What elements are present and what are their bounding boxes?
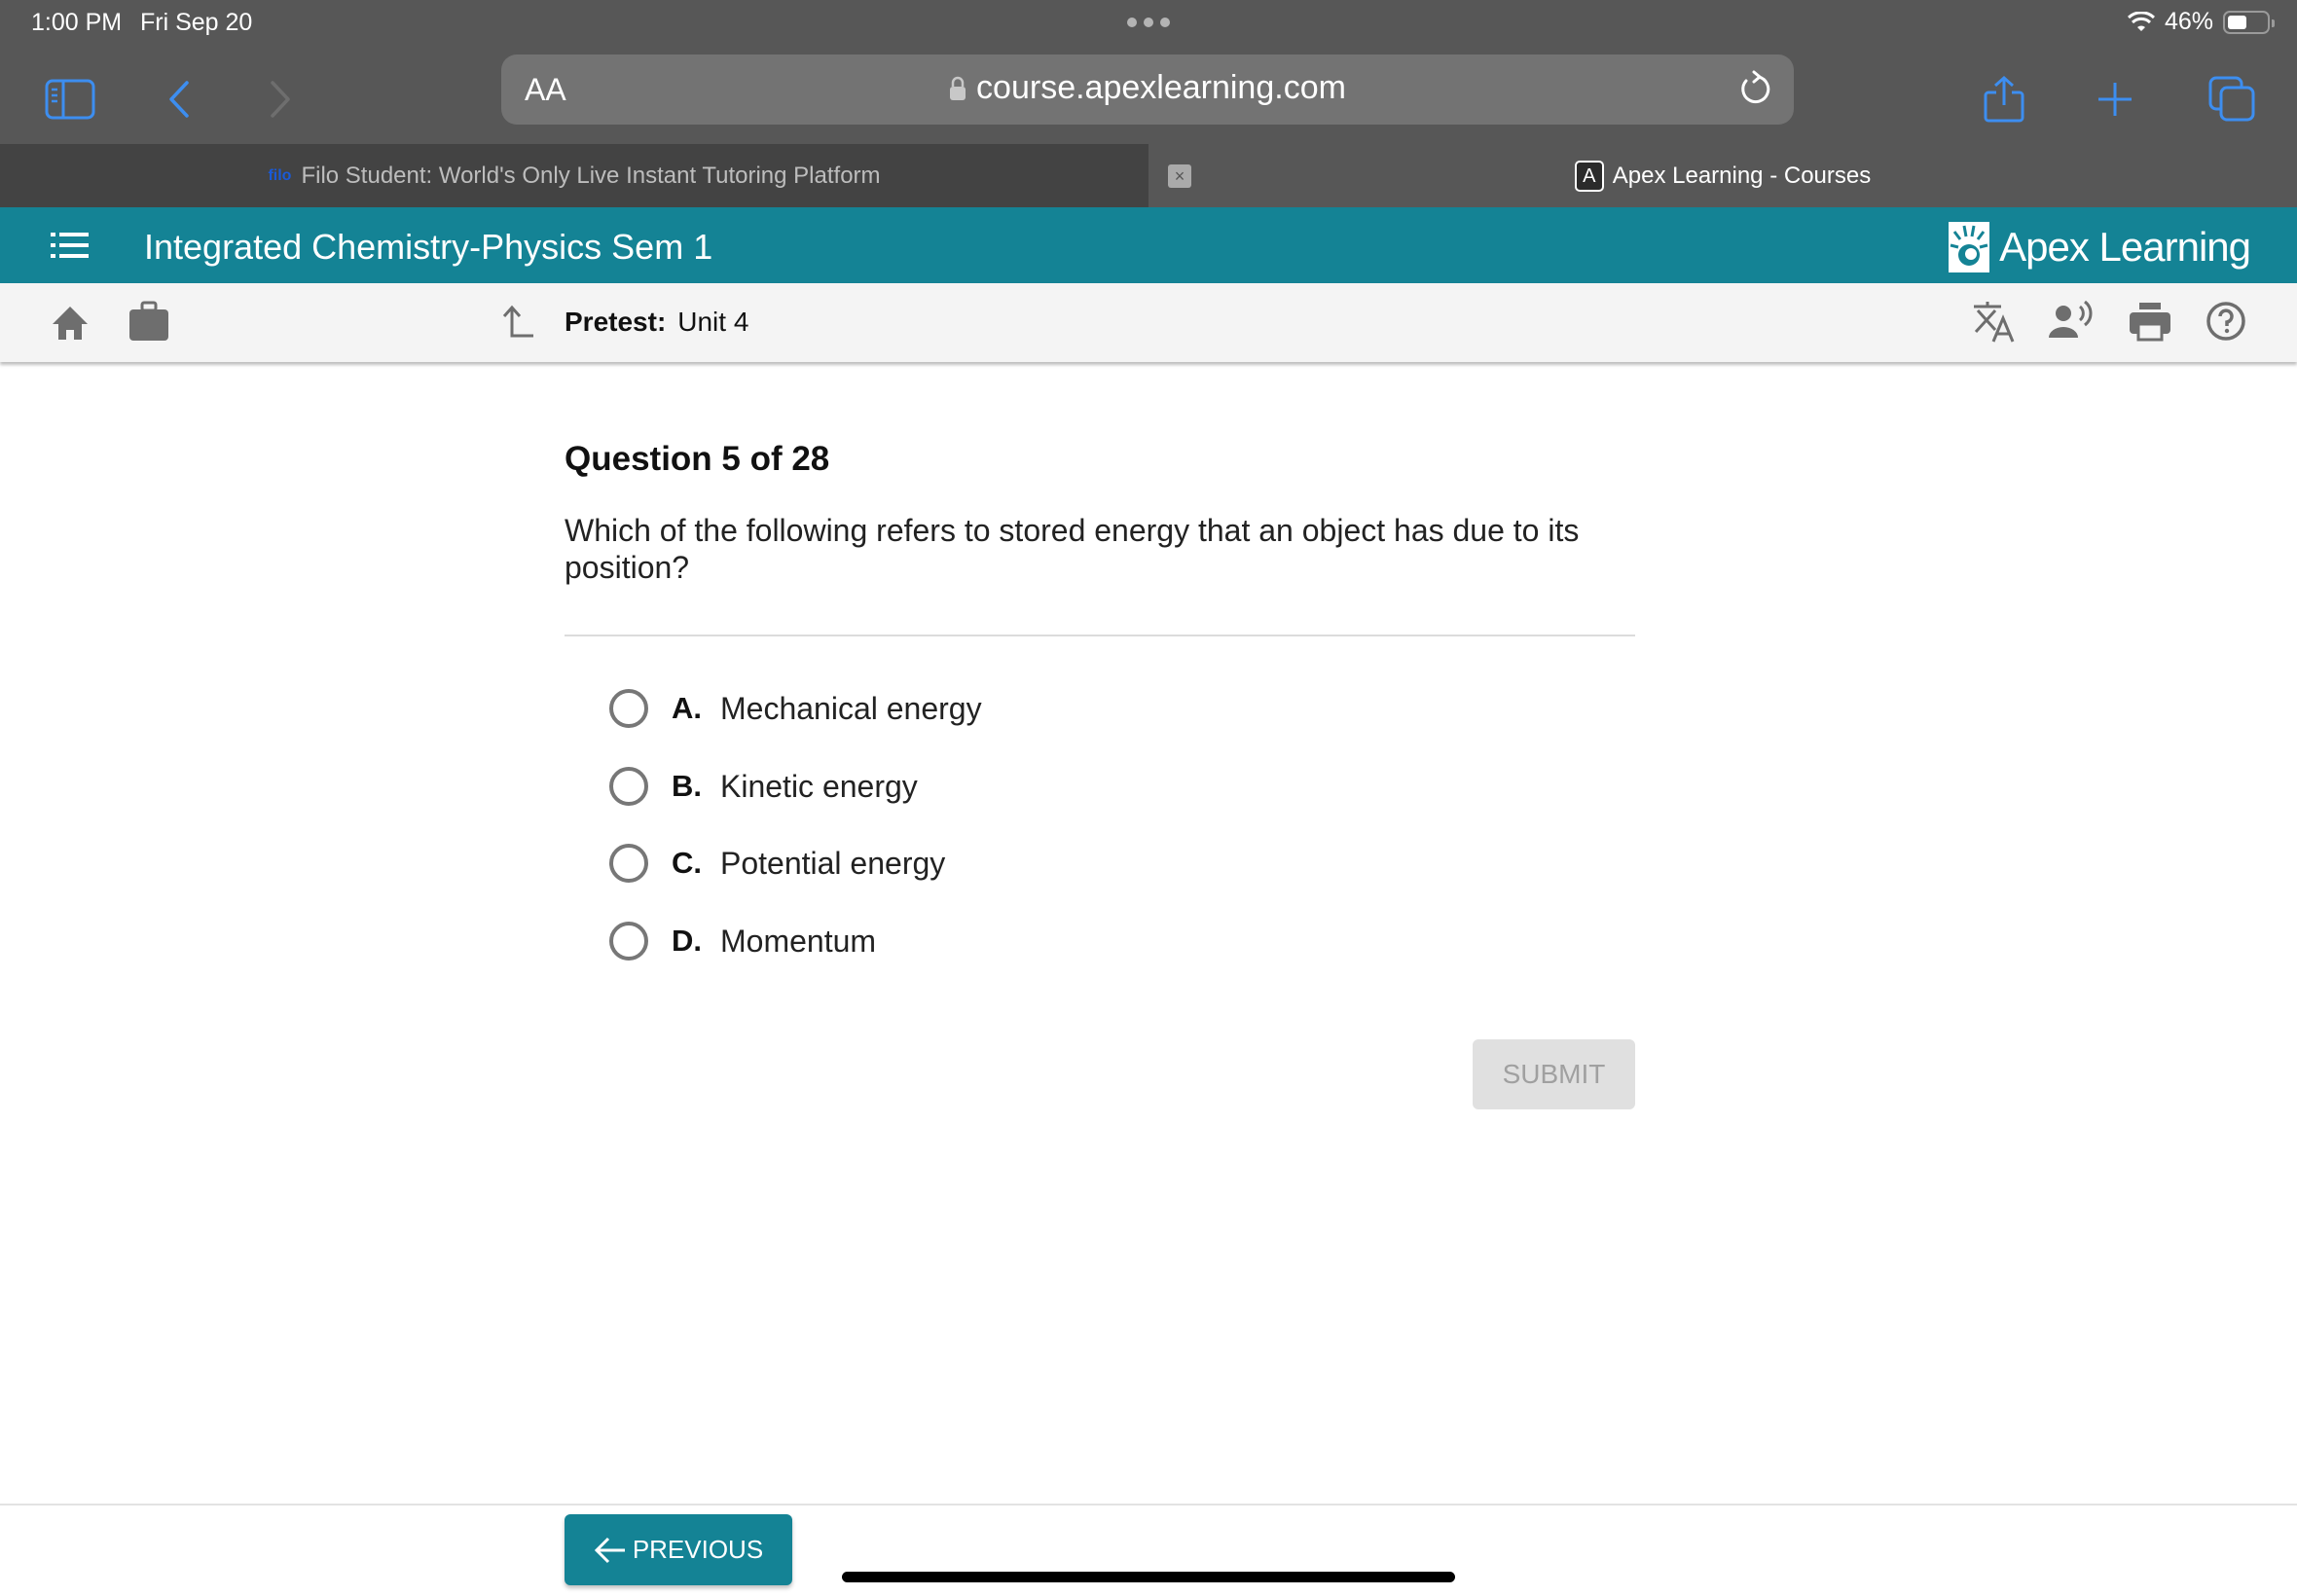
url-display[interactable]: course.apexlearning.com (501, 69, 1794, 107)
chevron-right-icon (271, 81, 290, 118)
battery-percent: 46% (2164, 8, 2213, 35)
option-text: Mechanical energy (720, 690, 982, 726)
sidebar-icon (45, 79, 95, 120)
tab-overview-button[interactable] (2207, 54, 2256, 144)
radio-button[interactable] (609, 922, 648, 961)
divider (565, 635, 1635, 636)
close-tab-button[interactable]: × (1168, 164, 1191, 188)
option-letter: D. (672, 924, 702, 958)
list-menu-icon (51, 233, 89, 258)
tabs-icon (2208, 76, 2255, 122)
brand-logo: Apex Learning (1949, 222, 2251, 272)
option-letter: B. (672, 769, 702, 803)
question-text: Which of the following refers to stored … (565, 513, 1580, 585)
wifi-icon (2127, 11, 2155, 31)
share-icon (1984, 75, 2024, 123)
sub-toolbar: Pretest: Unit 4 (0, 283, 2297, 362)
chevron-left-icon (169, 81, 189, 118)
answer-option-c[interactable]: C. Potential energy (609, 839, 945, 888)
radio-button[interactable] (609, 689, 648, 728)
tab-filo[interactable]: filo Filo Student: World's Only Live Ins… (0, 144, 1148, 207)
apex-favicon-icon: A (1574, 160, 1604, 192)
tab-apex-learning[interactable]: A Apex Learning - Courses (1148, 144, 2297, 207)
option-text: Momentum (720, 923, 877, 959)
translate-icon (1974, 302, 2015, 343)
breadcrumb-value: Unit 4 (677, 307, 749, 337)
previous-button[interactable]: PREVIOUS (565, 1514, 792, 1585)
answer-option-b[interactable]: B. Kinetic energy (609, 762, 918, 811)
help-icon (2206, 302, 2245, 341)
close-icon: × (1174, 166, 1185, 186)
course-menu-button[interactable] (51, 231, 90, 260)
translate-button[interactable] (1972, 301, 2017, 348)
lock-icon (950, 76, 966, 100)
filo-favicon-icon: filo (268, 166, 292, 184)
help-button[interactable] (2206, 301, 2246, 346)
tab-bar: filo Filo Student: World's Only Live Ins… (0, 144, 2297, 207)
answer-option-d[interactable]: D. Momentum (609, 917, 876, 965)
home-indicator[interactable] (842, 1572, 1455, 1582)
status-date: Fri Sep 20 (140, 9, 253, 36)
print-button[interactable] (2130, 303, 2170, 346)
forward-button[interactable] (261, 54, 300, 144)
status-time: 1:00 PM (31, 9, 123, 36)
address-bar[interactable]: AA course.apexlearning.com (501, 54, 1794, 125)
home-button[interactable] (51, 305, 90, 346)
status-bar: 1:00 PM Fri Sep 20 46% (0, 0, 2297, 54)
printer-icon (2130, 303, 2170, 342)
breadcrumb: Pretest: Unit 4 (565, 307, 748, 338)
briefcase-icon (129, 301, 168, 341)
option-text: Potential energy (720, 845, 946, 881)
app-header: Integrated Chemistry-Physics Sem 1 Apex … (0, 207, 2297, 283)
arrow-left-icon (594, 1537, 625, 1563)
speaker-person-icon (2049, 300, 2093, 338)
arrow-up-return-icon (502, 305, 533, 338)
multitasking-dots-icon[interactable] (1127, 18, 1170, 27)
option-text: Kinetic energy (720, 768, 918, 804)
back-button[interactable] (160, 54, 199, 144)
course-title: Integrated Chemistry-Physics Sem 1 (144, 227, 713, 267)
home-icon (53, 307, 88, 340)
tab-title: Filo Student: World's Only Live Instant … (301, 162, 881, 189)
sidebar-toggle-button[interactable] (43, 54, 97, 144)
new-tab-button[interactable] (2096, 54, 2134, 144)
option-letter: C. (672, 846, 702, 880)
share-button[interactable] (1982, 54, 2026, 144)
briefcase-button[interactable] (128, 301, 169, 346)
url-text: course.apexlearning.com (976, 69, 1346, 106)
reload-icon (1741, 70, 1770, 104)
plus-icon (2098, 83, 2132, 116)
status-indicators: 46% (2127, 8, 2275, 36)
answer-option-a[interactable]: A. Mechanical energy (609, 684, 982, 733)
brand-name: Apex Learning (1999, 224, 2251, 270)
previous-label: PREVIOUS (632, 1535, 764, 1564)
submit-button[interactable]: SUBMIT (1473, 1039, 1635, 1109)
up-level-button[interactable] (500, 305, 535, 345)
battery-icon (2223, 10, 2275, 34)
option-letter: A. (672, 691, 702, 725)
radio-button[interactable] (609, 844, 648, 883)
radio-button[interactable] (609, 767, 648, 806)
breadcrumb-label: Pretest: (565, 307, 667, 337)
browser-toolbar: AA course.apexlearning.com (0, 54, 2297, 144)
reload-button[interactable] (1737, 70, 1772, 114)
apex-logo-icon (1949, 222, 1990, 272)
read-aloud-button[interactable] (2048, 300, 2093, 345)
question-title: Question 5 of 28 (565, 440, 830, 478)
tab-title: Apex Learning - Courses (1612, 162, 1872, 189)
